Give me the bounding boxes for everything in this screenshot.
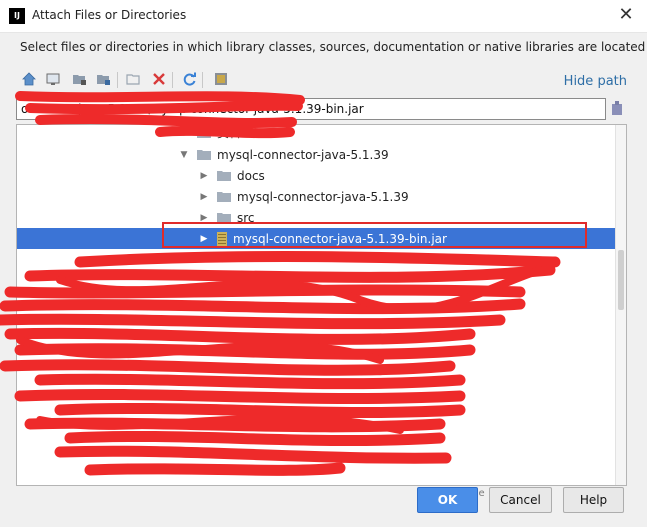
- file-tree[interactable]: ▼ 资料 ▼ mysql-connector-java-5.1.39 ▶ doc…: [16, 124, 627, 486]
- tree-row[interactable]: ▶ docs: [17, 165, 626, 186]
- tree-row-label: src: [237, 210, 255, 225]
- collapse-arrow-icon[interactable]: ▶: [199, 192, 209, 202]
- folder-icon: [197, 150, 211, 160]
- tree-row-label: docs: [237, 168, 265, 183]
- project-folder-button[interactable]: [70, 70, 88, 88]
- tree-scrollbar[interactable]: [615, 125, 626, 485]
- collapse-arrow-icon[interactable]: ▶: [199, 213, 209, 223]
- dialog-body: Select files or directories in which lib…: [0, 33, 647, 527]
- scrollbar-thumb[interactable]: [618, 250, 624, 310]
- folder-icon: [217, 171, 231, 181]
- home-button[interactable]: [20, 70, 38, 88]
- help-button[interactable]: Help: [563, 487, 624, 513]
- app-icon: IJ: [9, 8, 25, 24]
- toolbar-separator: [202, 72, 203, 88]
- tree-row[interactable]: ▶ mysql-connector-java-5.1.39: [17, 186, 626, 207]
- title-bar: IJ Attach Files or Directories ✕: [0, 0, 647, 33]
- tree-row-label: mysql-connector-java-5.1.39: [237, 189, 409, 204]
- instructions-text: Select files or directories in which lib…: [20, 40, 646, 54]
- tree-row[interactable]: ▼ mysql-connector-java-5.1.39: [17, 144, 626, 165]
- expand-arrow-icon[interactable]: ▼: [179, 150, 189, 160]
- show-hidden-button[interactable]: [212, 70, 230, 88]
- project-folder-icon: [72, 75, 86, 85]
- home-icon: [22, 72, 36, 86]
- window-title: Attach Files or Directories: [32, 8, 187, 22]
- collapse-arrow-icon[interactable]: ▶: [199, 234, 209, 244]
- tree-row-label: mysql-connector-java-5.1.39-bin.jar: [233, 231, 447, 246]
- new-folder-button[interactable]: [124, 70, 142, 88]
- module-folder-button[interactable]: [94, 70, 112, 88]
- path-row: [16, 98, 628, 122]
- toolbar-separator: [172, 72, 173, 88]
- tree-row[interactable]: ▼ 资料: [17, 125, 626, 143]
- refresh-button[interactable]: [180, 70, 198, 88]
- refresh-icon: [183, 72, 196, 85]
- path-input[interactable]: [16, 98, 606, 120]
- folder-icon: [197, 128, 211, 138]
- folder-icon: [217, 192, 231, 202]
- tree-row[interactable]: ▶ src: [17, 207, 626, 228]
- hide-path-link[interactable]: Hide path: [564, 74, 627, 89]
- history-button[interactable]: [610, 100, 626, 118]
- jar-icon: [217, 231, 227, 246]
- tree-row-label: mysql-connector-java-5.1.39: [217, 147, 389, 162]
- close-button[interactable]: ✕: [615, 4, 637, 26]
- module-folder-icon: [96, 75, 110, 85]
- toolbar: [16, 68, 628, 92]
- delete-button[interactable]: [150, 70, 168, 88]
- desktop-button[interactable]: [44, 70, 62, 88]
- expand-arrow-icon[interactable]: ▼: [179, 128, 189, 138]
- tree-row-selected[interactable]: ▶ mysql-connector-java-5.1.39-bin.jar: [17, 228, 626, 249]
- show-hidden-icon: [215, 73, 227, 85]
- cancel-button[interactable]: Cancel: [489, 487, 552, 513]
- folder-icon: [217, 213, 231, 223]
- collapse-arrow-icon[interactable]: ▶: [199, 171, 209, 181]
- desktop-icon: [46, 73, 60, 85]
- ok-button[interactable]: OK: [417, 487, 478, 513]
- delete-icon: [153, 73, 165, 85]
- toolbar-separator: [117, 72, 118, 88]
- close-icon: ✕: [618, 4, 634, 25]
- new-folder-icon: [125, 74, 140, 85]
- history-icon: [612, 101, 622, 115]
- tree-row-label: 资料: [217, 126, 242, 140]
